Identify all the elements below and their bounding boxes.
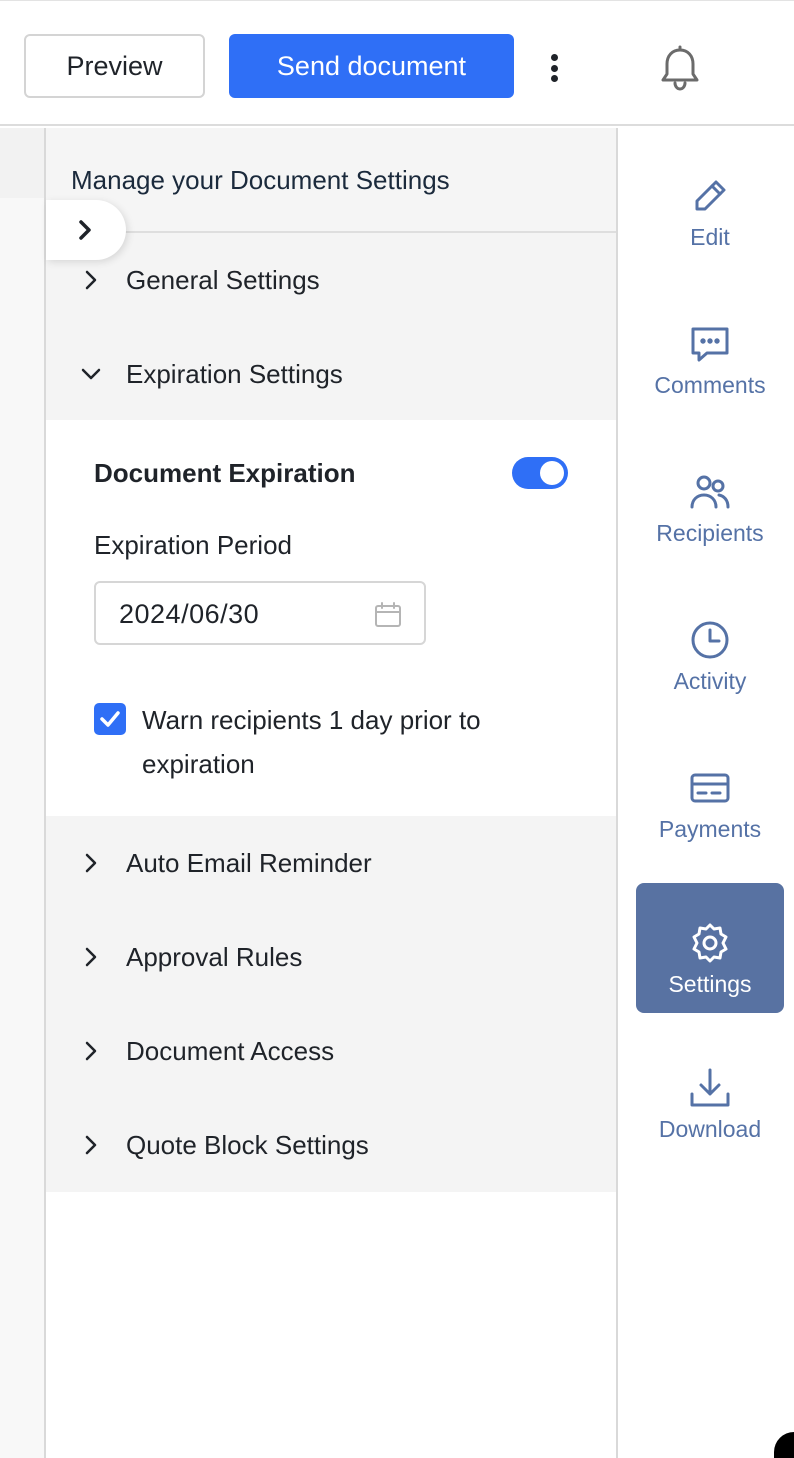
users-icon: [690, 475, 730, 509]
send-document-button[interactable]: Send document: [229, 34, 514, 98]
top-toolbar: Preview Send document: [0, 0, 794, 126]
sidebar-item-recipients[interactable]: Recipients: [636, 432, 784, 562]
warn-recipients-label: Warn recipients 1 day prior to expiratio…: [142, 705, 481, 779]
chevron-right-icon: [85, 1135, 97, 1155]
chevron-right-icon: [85, 270, 97, 290]
section-approval-rules[interactable]: Approval Rules: [46, 910, 616, 1004]
document-canvas-edge: [0, 128, 46, 1458]
comment-icon: [691, 327, 729, 362]
chevron-right-icon: [85, 1041, 97, 1061]
collapse-panel-button[interactable]: [46, 200, 126, 260]
section-quote-block-settings[interactable]: Quote Block Settings: [46, 1098, 616, 1192]
section-general-settings[interactable]: General Settings: [46, 233, 616, 327]
document-expiration-label: Document Expiration: [94, 458, 356, 488]
checkmark-icon: [100, 711, 120, 727]
panel-header: Manage your Document Settings: [46, 128, 616, 233]
pencil-icon: [695, 180, 726, 211]
chevron-down-icon: [81, 368, 101, 380]
sidebar-item-label: Comments: [654, 372, 766, 398]
panel-title: Manage your Document Settings: [71, 165, 450, 195]
sidebar-item-activity[interactable]: Activity: [636, 580, 784, 710]
section-expiration-settings[interactable]: Expiration Settings: [46, 327, 616, 421]
preview-button[interactable]: Preview: [24, 34, 205, 98]
sidebar-item-label: Payments: [658, 816, 762, 842]
chevron-right-icon: [85, 853, 97, 873]
section-label: General Settings: [126, 264, 320, 295]
sidebar-item-label: Settings: [668, 971, 752, 997]
expiration-date-value: 2024/06/30: [119, 599, 260, 629]
chevron-right-icon: [79, 220, 91, 240]
kebab-vertical-icon[interactable]: [540, 49, 568, 87]
warn-recipients-checkbox[interactable]: [94, 703, 126, 735]
bell-icon[interactable]: [658, 45, 702, 93]
calendar-icon[interactable]: [374, 601, 402, 629]
document-expiration-toggle[interactable]: [512, 457, 568, 489]
right-sidebar: Edit Comments Recipients Activity Paymen…: [616, 128, 794, 1458]
settings-panel: Manage your Document Settings General Se…: [46, 128, 616, 1458]
section-label: Quote Block Settings: [126, 1129, 369, 1160]
expiration-settings-body: Document Expiration Expiration Period 20…: [46, 420, 616, 816]
document-page-edge: [0, 198, 44, 1458]
sidebar-item-label: Recipients: [656, 520, 764, 546]
sidebar-item-label: Download: [658, 1116, 762, 1142]
section-label: Approval Rules: [126, 941, 303, 972]
credit-card-icon: [690, 773, 730, 803]
expiration-period-label: Expiration Period: [94, 530, 292, 560]
chevron-right-icon: [85, 947, 97, 967]
sidebar-item-comments[interactable]: Comments: [636, 284, 784, 414]
section-document-access[interactable]: Document Access: [46, 1004, 616, 1098]
sidebar-item-download[interactable]: Download: [636, 1028, 784, 1158]
section-label: Document Access: [126, 1035, 335, 1066]
sidebar-item-label: Activity: [673, 668, 747, 694]
section-auto-email-reminder[interactable]: Auto Email Reminder: [46, 816, 616, 910]
download-icon: [690, 1068, 730, 1107]
sidebar-item-payments[interactable]: Payments: [636, 728, 784, 858]
gear-icon: [692, 923, 728, 963]
section-label: Auto Email Reminder: [126, 847, 372, 878]
expiration-date-field[interactable]: 2024/06/30: [94, 581, 426, 645]
sidebar-item-label: Edit: [690, 224, 730, 250]
sidebar-item-edit[interactable]: Edit: [636, 136, 784, 266]
section-label: Expiration Settings: [126, 358, 343, 389]
clock-icon: [691, 621, 729, 659]
sidebar-item-settings[interactable]: Settings: [636, 883, 784, 1013]
